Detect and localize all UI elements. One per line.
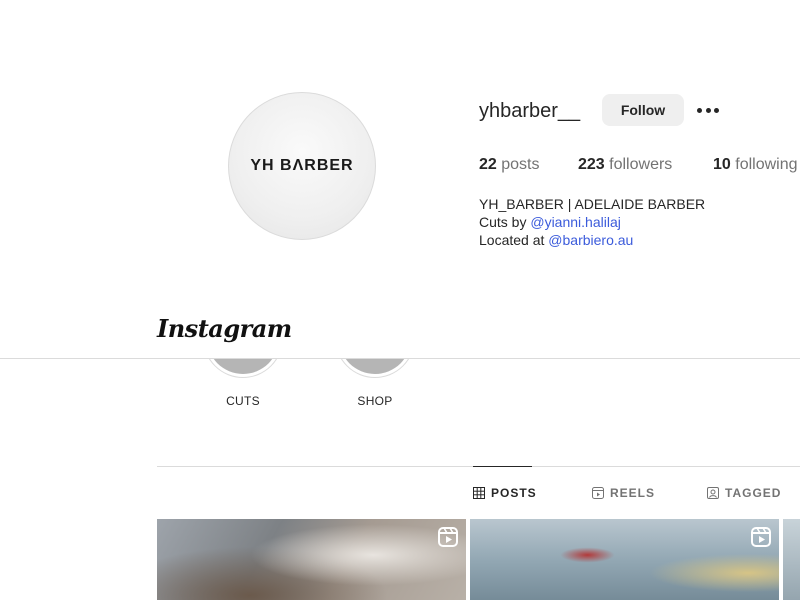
post-thumbnail[interactable] bbox=[157, 519, 466, 600]
bio-location-prefix: Located at bbox=[479, 232, 545, 248]
bio-line-location: Located at @barbiero.au bbox=[479, 231, 705, 249]
bio-cuts-prefix: Cuts by bbox=[479, 214, 527, 230]
followers-stat[interactable]: 223 followers bbox=[578, 156, 672, 174]
reel-icon bbox=[751, 527, 771, 547]
tab-tagged-label: TAGGED bbox=[725, 486, 782, 500]
following-label: following bbox=[735, 156, 798, 173]
highlight-label: CUTS bbox=[226, 394, 260, 408]
dot bbox=[697, 107, 702, 113]
tab-reels-label: REELS bbox=[610, 486, 656, 500]
profile-avatar[interactable]: YH BΛRBER bbox=[228, 92, 376, 240]
tab-reels[interactable]: REELS bbox=[592, 486, 655, 500]
profile-bio: YH_BARBER | ADELAIDE BARBER Cuts by @yia… bbox=[479, 195, 705, 249]
tagged-icon bbox=[707, 487, 719, 499]
followers-label: followers bbox=[609, 156, 673, 173]
highlight-label: SHOP bbox=[357, 394, 393, 408]
more-options-icon[interactable] bbox=[694, 98, 722, 122]
posts-label: posts bbox=[501, 156, 540, 173]
bio-name: YH_BARBER | ADELAIDE BARBER bbox=[479, 196, 706, 212]
bio-cuts-link[interactable]: @yianni.halilaj bbox=[530, 214, 620, 230]
followers-count: 223 bbox=[578, 156, 605, 173]
bio-line-cuts: Cuts by @yianni.halilaj bbox=[479, 213, 705, 231]
instagram-logo[interactable]: Instagram bbox=[157, 314, 292, 343]
profile-page: YH BΛRBER yhbarber__ Follow 22 posts 223… bbox=[0, 0, 800, 600]
dot bbox=[714, 107, 719, 113]
posts-count: 22 bbox=[479, 156, 497, 173]
avatar-logo-text: YH BΛRBER bbox=[250, 157, 354, 174]
grid-icon bbox=[473, 487, 485, 499]
reel-icon bbox=[438, 527, 458, 547]
posts-count-stat: 22 posts bbox=[479, 156, 540, 174]
post-thumbnail[interactable] bbox=[783, 519, 800, 600]
post-thumbnail[interactable] bbox=[470, 519, 779, 600]
following-stat[interactable]: 10 following bbox=[713, 156, 798, 174]
tab-posts[interactable]: POSTS bbox=[473, 486, 537, 500]
tab-posts-label: POSTS bbox=[491, 486, 537, 500]
top-navigation-bar: Instagram bbox=[0, 298, 800, 359]
bio-location-link[interactable]: @barbiero.au bbox=[548, 232, 633, 248]
follow-button[interactable]: Follow bbox=[602, 94, 684, 126]
dot bbox=[705, 107, 711, 113]
reels-icon bbox=[592, 487, 604, 499]
profile-username: yhbarber__ bbox=[479, 100, 581, 122]
active-tab-indicator bbox=[473, 466, 532, 467]
tab-tagged[interactable]: TAGGED bbox=[707, 486, 781, 500]
following-count: 10 bbox=[713, 156, 731, 173]
